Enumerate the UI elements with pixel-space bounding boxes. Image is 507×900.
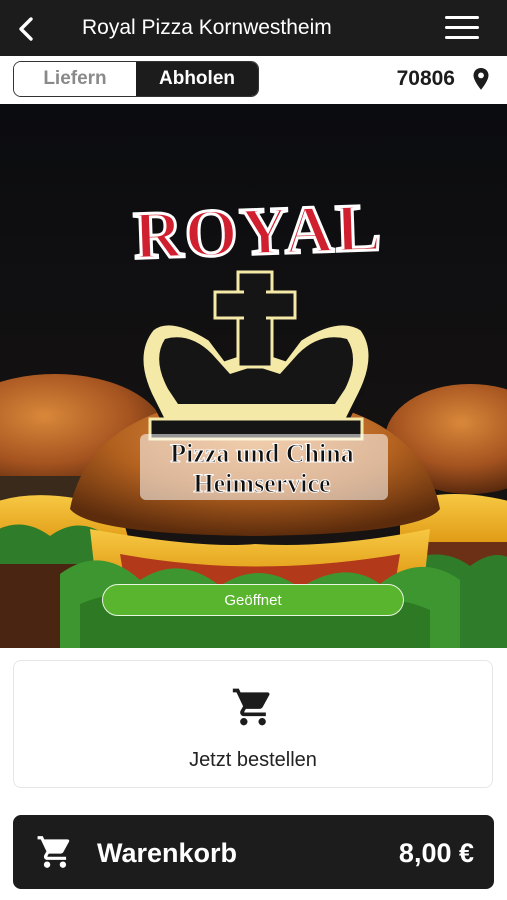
hamburger-menu-icon[interactable]	[445, 16, 481, 42]
restaurant-logo-image: ROYAL Pizza und China Heimservice	[0, 104, 507, 648]
shopping-cart-icon	[232, 688, 270, 726]
svg-text:Pizza und China: Pizza und China	[170, 439, 354, 468]
delivery-mode-toggle: Liefern Abholen	[13, 61, 259, 97]
cart-label: Warenkorb	[97, 838, 238, 868]
hero-banner: ROYAL Pizza und China Heimservice	[0, 104, 507, 648]
cart-button[interactable]: Warenkorb 8,00 €	[13, 815, 494, 889]
pickup-option[interactable]: Abholen	[136, 62, 258, 96]
open-status-button[interactable]: Geöffnet	[102, 584, 404, 616]
top-bar: Royal Pizza Kornwestheim	[0, 0, 507, 56]
order-now-card[interactable]: Jetzt bestellen	[13, 660, 493, 788]
svg-text:Heimservice: Heimservice	[193, 469, 330, 498]
shopping-cart-icon	[37, 836, 70, 868]
order-now-label: Jetzt bestellen	[189, 749, 317, 771]
postal-code[interactable]: 70806	[397, 65, 455, 93]
page-title: Royal Pizza Kornwestheim	[82, 16, 332, 39]
back-arrow-icon[interactable]	[12, 14, 42, 44]
cart-total: 8,00 €	[398, 838, 474, 868]
logo-royal-text: ROYAL	[132, 189, 384, 274]
location-pin-icon[interactable]	[471, 67, 491, 91]
delivery-option[interactable]: Liefern	[14, 62, 136, 96]
